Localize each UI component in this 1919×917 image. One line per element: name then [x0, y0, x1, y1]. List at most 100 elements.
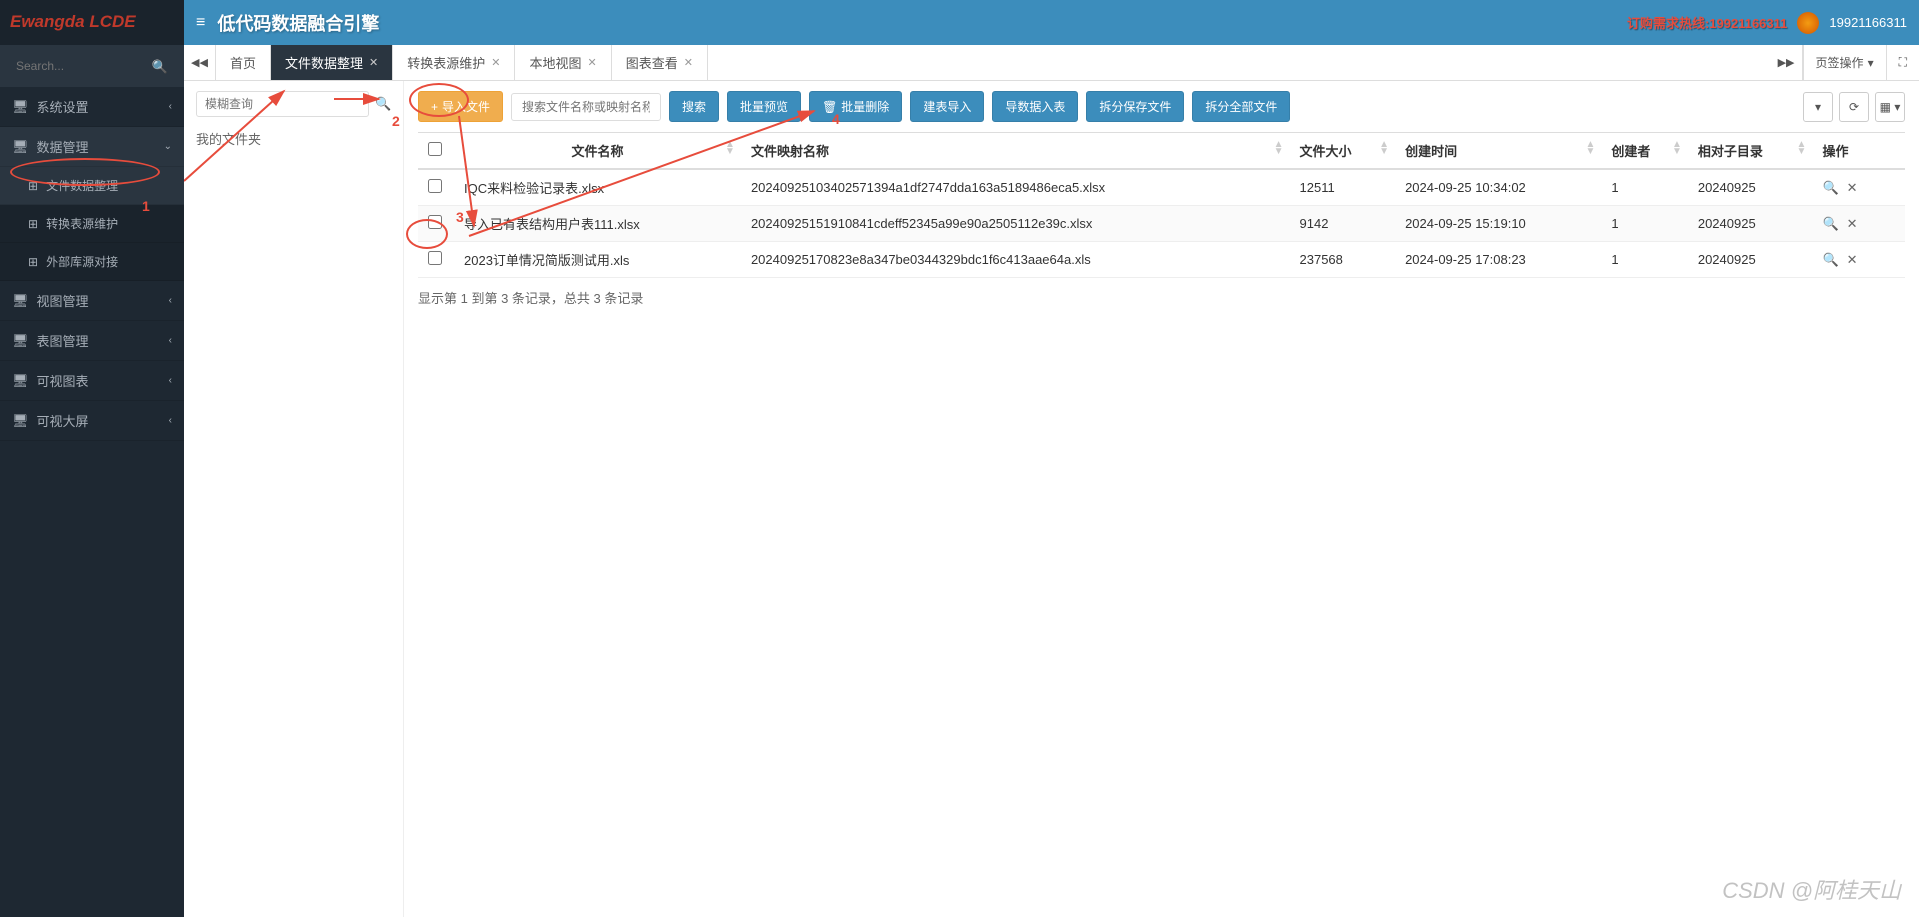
batch-delete-button[interactable]: 🗑批量删除	[809, 91, 902, 122]
nav-sub-item[interactable]: ⊞文件数据整理	[0, 167, 184, 205]
column-header[interactable]: 文件名称▲▼	[454, 133, 741, 170]
view-icon[interactable]: 🔍	[1822, 180, 1838, 195]
content-panel: +导入文件 搜索 批量预览 🗑批量删除 建表导入 导数据入表 拆分保存文件 拆分…	[404, 81, 1919, 917]
nav-item[interactable]: 🖥视图管理‹	[0, 281, 184, 321]
tab-label: 文件数据整理	[285, 53, 363, 72]
tab-label: 转换表源维护	[407, 53, 485, 72]
page-title: 低代码数据融合引擎	[217, 10, 379, 36]
column-header[interactable]: 文件大小 ▲▼	[1290, 133, 1396, 170]
tab[interactable]: 首页	[216, 45, 271, 80]
tab-ops-dropdown[interactable]: 页签操作▾	[1803, 45, 1886, 80]
search-icon[interactable]: 🔍	[152, 59, 168, 75]
nav-item[interactable]: 🖥可视大屏‹	[0, 401, 184, 441]
tab-scroll-right[interactable]: ▶▶	[1771, 45, 1803, 80]
tab-scroll-left[interactable]: ◀◀	[184, 45, 216, 80]
table-info: 显示第 1 到第 3 条记录，总共 3 条记录	[418, 288, 1905, 307]
menu-toggle-icon[interactable]: ≡	[196, 14, 205, 32]
tab-label: 本地视图	[529, 53, 581, 72]
folder-root[interactable]: 我的文件夹	[196, 129, 391, 148]
fullscreen-button[interactable]: ⛶	[1886, 45, 1919, 80]
tab[interactable]: 转换表源维护 ✕	[393, 45, 515, 80]
nav-item[interactable]: 🖥可视图表‹	[0, 361, 184, 401]
import-file-button[interactable]: +导入文件	[418, 91, 503, 122]
column-header[interactable]: 创建时间▲▼	[1395, 133, 1601, 170]
cell-name: 导入已有表结构用户表111.xlsx	[454, 206, 741, 242]
batch-preview-button[interactable]: 批量预览	[727, 91, 801, 122]
user-name[interactable]: 19921166311	[1829, 15, 1907, 30]
chevron-icon: ⌄	[164, 141, 172, 152]
search-button[interactable]: 搜索	[669, 91, 719, 122]
close-icon[interactable]: ✕	[684, 56, 693, 69]
folder-filter-input[interactable]	[196, 91, 369, 117]
close-icon[interactable]: ✕	[491, 56, 500, 69]
close-icon[interactable]: ✕	[369, 56, 378, 69]
sort-icon: ▲▼	[1797, 141, 1807, 155]
table-row: 2023订单情况简版测试用.xls 20240925170823e8a347be…	[418, 242, 1905, 278]
nav-sub-item[interactable]: ⊞转换表源维护	[0, 205, 184, 243]
sitemap-icon: ⊞	[28, 255, 38, 269]
sort-icon: ▲▼	[1379, 141, 1389, 155]
tab[interactable]: 文件数据整理 ✕	[271, 45, 393, 80]
tab[interactable]: 本地视图 ✕	[515, 45, 611, 80]
build-import-button[interactable]: 建表导入	[910, 91, 984, 122]
file-table: 文件名称▲▼文件映射名称▲▼文件大小▲▼创建时间▲▼创建者▲▼相对子目录▲▼操作…	[418, 132, 1905, 278]
cell-map: 20240925151910841cdeff52345a99e90a250511…	[741, 206, 1290, 242]
chevron-icon: ‹	[169, 335, 172, 346]
header-label: 相对子目录	[1698, 144, 1763, 159]
hotline-text: 订购需求热线:19921166311	[1627, 13, 1787, 32]
cell-dir: 20240925	[1688, 169, 1813, 206]
monitor-icon: 🖥	[12, 333, 29, 349]
tab-label: 图表查看	[626, 53, 678, 72]
caret-toggle-button[interactable]: ▾	[1803, 92, 1833, 122]
grid-view-button[interactable]: ▦ ▾	[1875, 92, 1905, 122]
search-input[interactable]	[8, 53, 176, 79]
nav-label: 可视图表	[37, 371, 89, 390]
monitor-icon: 🖥	[12, 139, 29, 155]
nav-item[interactable]: 🖥数据管理⌄	[0, 127, 184, 167]
column-header[interactable]: 相对子目录 ▲▼	[1688, 133, 1813, 170]
monitor-icon: 🖥	[12, 373, 29, 389]
plus-icon: +	[431, 100, 438, 114]
sort-icon: ▲▼	[1585, 141, 1595, 155]
column-header[interactable]: 创建者▲▼	[1601, 133, 1688, 170]
header-label: 文件大小	[1300, 144, 1352, 159]
table-row: 导入已有表结构用户表111.xlsx 20240925151910841cdef…	[418, 206, 1905, 242]
nav-item[interactable]: 🖥 表图管理 ‹	[0, 321, 184, 361]
filter-search-icon[interactable]: 🔍	[375, 96, 391, 112]
cell-creator: 1	[1601, 169, 1688, 206]
cell-size: 9142	[1290, 206, 1396, 242]
row-checkbox[interactable]	[428, 215, 442, 229]
tab[interactable]: 图表查看 ✕	[612, 45, 708, 80]
column-header[interactable]: 操作	[1812, 133, 1905, 170]
delete-icon[interactable]: ✕	[1847, 252, 1858, 267]
select-all-checkbox[interactable]	[428, 142, 442, 156]
cell-map: 20240925170823e8a347be0344329bdc1f6c413a…	[741, 242, 1290, 278]
delete-icon[interactable]: ✕	[1847, 216, 1858, 231]
cell-size: 12511	[1290, 169, 1396, 206]
view-icon[interactable]: 🔍	[1822, 252, 1838, 267]
folder-panel: 🔍 我的文件夹	[184, 81, 404, 917]
row-checkbox[interactable]	[428, 179, 442, 193]
header-label: 文件映射名称	[751, 144, 829, 159]
nav-label: 系统设置	[37, 97, 89, 116]
view-icon[interactable]: 🔍	[1822, 216, 1838, 231]
chevron-icon: ‹	[169, 415, 172, 426]
nav-label: 表图管理	[37, 331, 89, 350]
cell-map: 20240925103402571394a1df2747dda163a51894…	[741, 169, 1290, 206]
split-all-button[interactable]: 拆分全部文件	[1192, 91, 1290, 122]
file-search-input[interactable]	[511, 93, 661, 121]
import-table-button[interactable]: 导数据入表	[992, 91, 1078, 122]
avatar[interactable]	[1797, 12, 1819, 34]
delete-icon[interactable]: ✕	[1847, 180, 1858, 195]
annotation-num-1: 1	[142, 198, 150, 214]
nav-item[interactable]: 🖥系统设置‹	[0, 87, 184, 127]
nav-sub-item[interactable]: ⊞外部库源对接	[0, 243, 184, 281]
column-header[interactable]: 文件映射名称▲▼	[741, 133, 1290, 170]
cell-creator: 1	[1601, 242, 1688, 278]
tab-label: 首页	[230, 53, 256, 72]
split-save-button[interactable]: 拆分保存文件	[1086, 91, 1184, 122]
close-icon[interactable]: ✕	[588, 56, 597, 69]
row-checkbox[interactable]	[428, 251, 442, 265]
refresh-button[interactable]: ⟳	[1839, 92, 1869, 122]
header-label: 文件名称	[571, 144, 623, 159]
